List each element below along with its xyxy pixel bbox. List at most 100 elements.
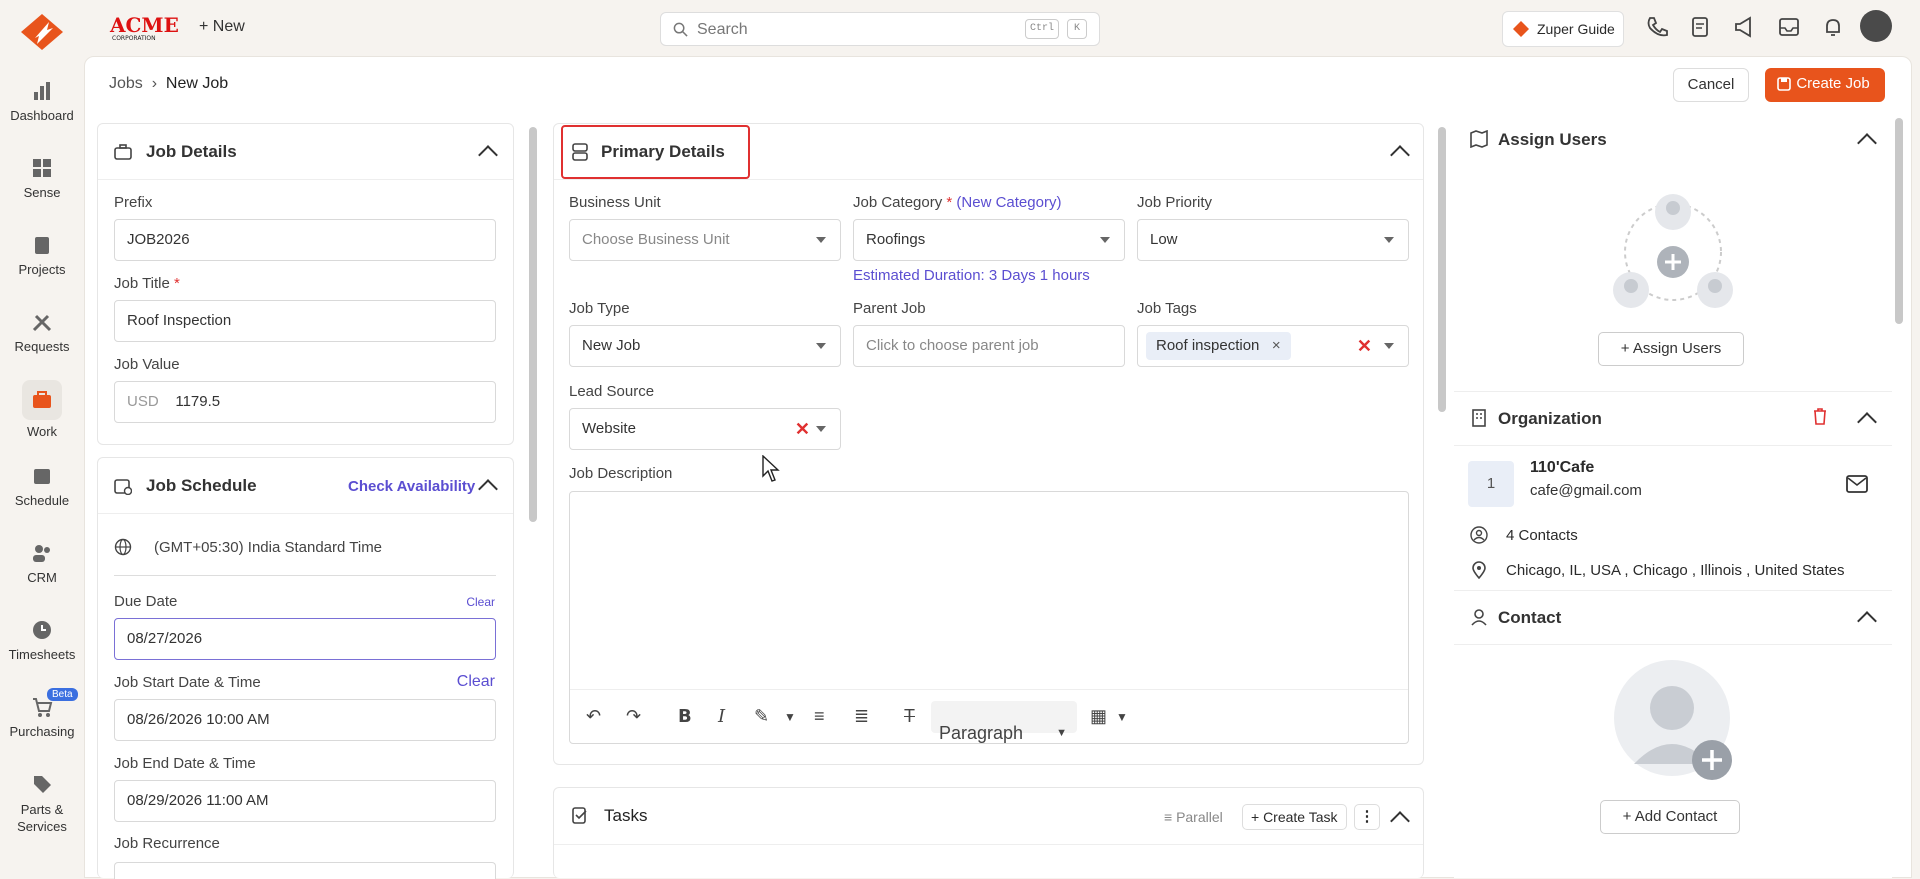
end-date-label: Job End Date & Time [114,755,256,772]
zuper-logo-icon [1513,21,1529,37]
job-tags-select[interactable]: Roof inspection × ✕ [1137,325,1409,367]
collapse-icon[interactable] [1390,811,1410,831]
organization-title: Organization [1498,409,1602,428]
job-description-editor[interactable]: ↶ ↷ B I ✎ ▼ ≡ ≣ T Paragraph ▼ ▦ ▼ [569,491,1409,744]
search-input[interactable]: Search [697,21,748,39]
start-date-input[interactable]: 08/26/2026 10:00 AM [114,699,496,741]
search-box[interactable]: Search Ctrl K [660,12,1100,46]
trash-icon[interactable] [1812,407,1828,425]
sidebar-item-crm[interactable]: CRM [0,542,84,585]
parallel-toggle[interactable]: ≡ Parallel [1164,809,1223,825]
parallel-label: Parallel [1176,809,1223,825]
new-category-link[interactable]: (New Category) [956,194,1061,211]
new-button[interactable]: + New [199,18,245,36]
sidebar-item-work[interactable]: Work [0,380,84,439]
sidebar-item-schedule[interactable]: Schedule [0,465,84,508]
end-date-input[interactable]: 08/29/2026 11:00 AM [114,780,496,822]
left-column-scrollbar[interactable] [529,127,537,522]
job-title-label: Job Title * [114,275,180,292]
prefix-input[interactable]: JOB2026 [114,219,496,261]
italic-icon[interactable]: I [718,706,725,727]
sidebar-item-dashboard[interactable]: Dashboard [0,80,84,123]
job-category-label-text: Job Category [853,194,943,211]
mail-icon[interactable] [1846,475,1868,493]
collapse-icon[interactable] [1857,412,1877,432]
job-details-title: Job Details [146,142,237,161]
org-email[interactable]: cafe@gmail.com [1530,482,1642,499]
undo-icon[interactable]: ↶ [586,706,601,727]
collapse-icon[interactable] [1857,611,1877,631]
inbox-icon[interactable] [1776,14,1802,40]
due-date-input[interactable]: 08/27/2026 [114,618,496,660]
assign-users-button[interactable]: + Assign Users [1598,332,1744,366]
create-task-button[interactable]: + Create Task [1242,804,1347,830]
phone-icon[interactable] [1644,14,1670,40]
collapse-icon[interactable] [478,145,498,165]
add-contact-button[interactable]: + Add Contact [1600,800,1740,834]
sidebar-item-sense[interactable]: Sense [0,157,84,200]
bullet-list-icon[interactable]: ≡ [814,706,825,727]
app-logo-icon[interactable] [19,12,65,52]
job-priority-label: Job Priority [1137,194,1213,211]
clear-lead-source-icon[interactable]: ✕ [795,409,810,449]
highlight-icon[interactable]: ✎ [754,706,769,727]
right-column-scrollbar[interactable] [1895,118,1903,324]
megaphone-icon[interactable] [1732,14,1758,40]
job-priority-select[interactable]: Low [1137,219,1409,261]
breadcrumb-jobs[interactable]: Jobs [109,75,143,92]
job-value-input[interactable]: USD 1179.5 [114,381,496,423]
bell-icon[interactable] [1820,14,1846,40]
assign-users-title: Assign Users [1498,130,1607,149]
sidebar-item-purchasing[interactable]: Beta Purchasing [0,688,84,739]
clear-start-date-link[interactable]: Clear [457,673,495,691]
job-title-input[interactable]: Roof Inspection [114,300,496,342]
sidebar-item-parts-services[interactable]: Parts & Services [0,773,84,835]
tag-chip: Roof inspection × [1146,332,1291,360]
contacts-count[interactable]: 4 Contacts [1506,527,1578,544]
sidebar-item-projects[interactable]: Projects [0,234,84,277]
table-icon[interactable]: ▦ [1090,706,1107,727]
sidebar-item-label: Parts & [20,802,64,817]
job-type-select[interactable]: New Job [569,325,841,367]
user-icon [1471,609,1487,626]
job-schedule-title: Job Schedule [146,476,257,495]
remove-tag-icon[interactable]: × [1272,337,1281,354]
parent-job-input[interactable]: Click to choose parent job [853,325,1125,367]
highlight-dropdown-icon[interactable]: ▼ [784,710,796,724]
table-dropdown-icon[interactable]: ▼ [1116,710,1128,724]
more-options-icon[interactable]: ⋮ [1354,804,1380,830]
sidebar-item-timesheets[interactable]: Timesheets [0,619,84,662]
job-value-label: Job Value [114,356,180,373]
recurrence-input[interactable] [114,862,496,879]
job-schedule-header[interactable]: Job Schedule Check Availability [98,458,513,514]
collapse-icon[interactable] [1857,133,1877,153]
sidebar-item-label: Timesheets [8,647,76,662]
parent-job-label: Parent Job [853,300,926,317]
middle-column-scrollbar[interactable] [1438,127,1446,412]
paragraph-select[interactable]: Paragraph ▼ [931,701,1077,743]
bold-icon[interactable]: B [678,706,692,727]
sidebar-item-requests[interactable]: Requests [0,311,84,354]
required-marker: * [174,275,180,292]
zuper-guide-button[interactable]: Zuper Guide [1502,11,1624,47]
user-avatar[interactable] [1860,10,1892,42]
create-job-button[interactable]: Create Job [1765,68,1885,102]
clear-tags-icon[interactable]: ✕ [1357,326,1372,366]
job-category-select[interactable]: Roofings [853,219,1125,261]
job-details-header[interactable]: Job Details [98,124,513,180]
clear-due-date-link[interactable]: Clear [466,595,495,609]
cancel-button[interactable]: Cancel [1673,68,1749,102]
tasks-title: Tasks [604,806,648,825]
redo-icon[interactable]: ↷ [626,706,641,727]
timezone-text[interactable]: (GMT+05:30) India Standard Time [154,539,382,556]
sidebar-item-label: Requests [14,339,70,354]
collapse-icon[interactable] [1390,145,1410,165]
org-name[interactable]: 110'Cafe [1530,459,1594,477]
business-unit-select[interactable]: Choose Business Unit [569,219,841,261]
notes-icon[interactable] [1688,14,1714,40]
lead-source-select[interactable]: Website ✕ [569,408,841,450]
collapse-icon[interactable] [478,479,498,499]
numbered-list-icon[interactable]: ≣ [854,706,869,727]
clear-format-icon[interactable]: T [904,706,915,727]
check-availability-link[interactable]: Check Availability [348,478,475,495]
